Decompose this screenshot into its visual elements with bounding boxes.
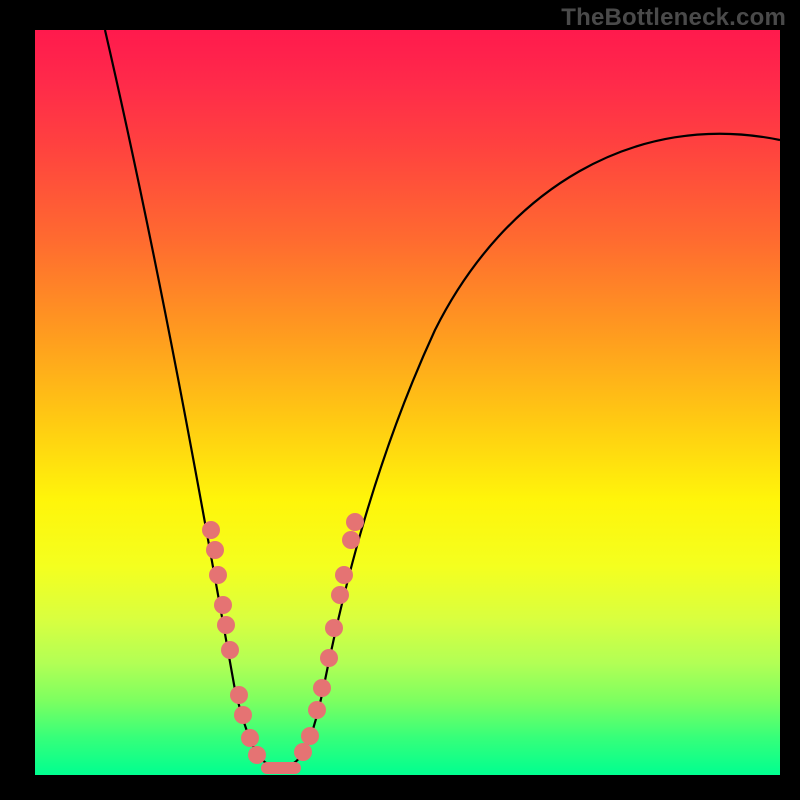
marker-left: [214, 596, 232, 614]
marker-left: [221, 641, 239, 659]
marker-left: [248, 746, 266, 764]
marker-right: [308, 701, 326, 719]
trough-marker: [261, 762, 301, 774]
marker-right: [301, 727, 319, 745]
marker-left: [209, 566, 227, 584]
marker-right: [294, 743, 312, 761]
chart-svg: [35, 30, 780, 775]
chart-frame: TheBottleneck.com: [0, 0, 800, 800]
marker-right: [313, 679, 331, 697]
marker-right: [331, 586, 349, 604]
marker-right: [320, 649, 338, 667]
marker-right: [346, 513, 364, 531]
watermark-text: TheBottleneck.com: [561, 4, 786, 32]
marker-left: [230, 686, 248, 704]
marker-left: [202, 521, 220, 539]
plot-area: [35, 30, 780, 775]
bottleneck-curve: [105, 30, 780, 767]
marker-left: [217, 616, 235, 634]
marker-left: [206, 541, 224, 559]
marker-right: [325, 619, 343, 637]
marker-left: [241, 729, 259, 747]
marker-right: [335, 566, 353, 584]
marker-left: [234, 706, 252, 724]
marker-right: [342, 531, 360, 549]
